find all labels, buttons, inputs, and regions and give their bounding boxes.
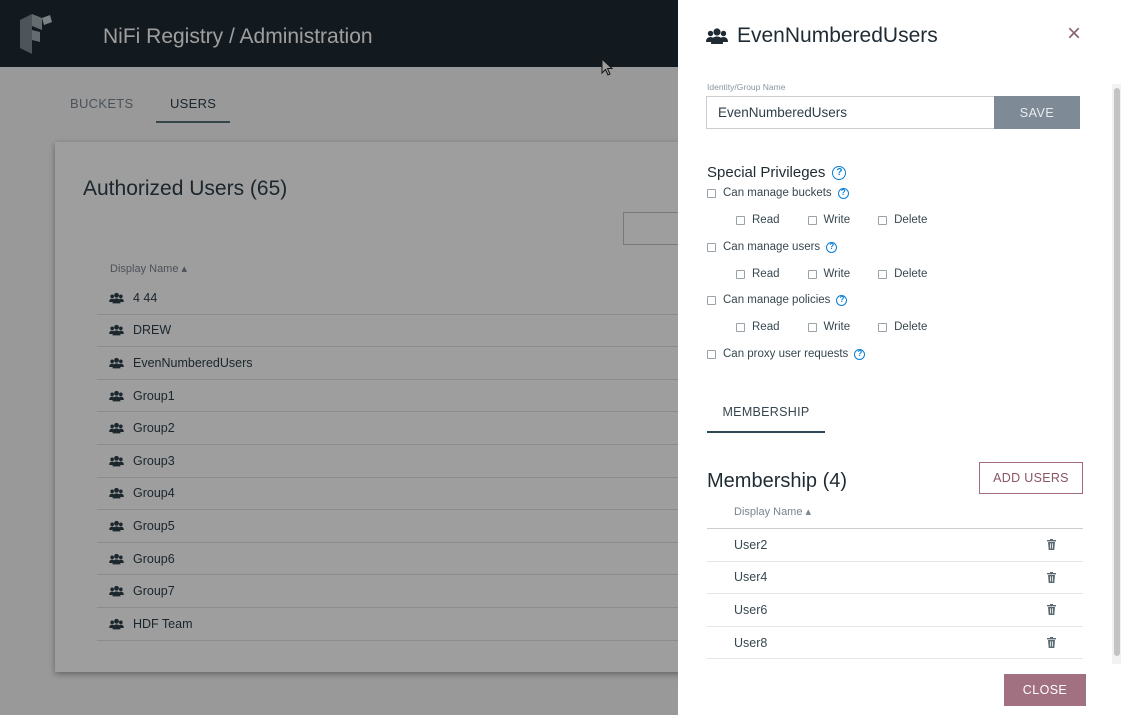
member-name: User8 xyxy=(734,635,768,650)
identity-name-input[interactable] xyxy=(706,96,994,129)
checkbox-users-delete[interactable] xyxy=(878,269,888,279)
trash-icon[interactable] xyxy=(1047,637,1056,649)
help-icon[interactable]: ? xyxy=(832,166,847,181)
tab-membership[interactable]: MEMBERSHIP xyxy=(707,405,825,433)
help-icon[interactable]: ? xyxy=(826,241,838,253)
read-label: Read xyxy=(752,321,780,333)
privilege-label: Can manage policies xyxy=(723,294,831,306)
panel-title: EvenNumberedUsers xyxy=(737,24,938,47)
delete-label: Delete xyxy=(894,214,928,226)
member-name: User2 xyxy=(734,537,768,552)
privilege-manage-policies: Can manage policies ? xyxy=(707,294,848,306)
list-item: User2 xyxy=(707,529,1083,562)
membership-table: User2 User4 User6 User8 xyxy=(707,528,1083,660)
write-label: Write xyxy=(823,214,851,226)
privilege-label: Can proxy user requests xyxy=(723,348,849,360)
membership-column-header[interactable]: Display Name ▴ xyxy=(734,505,811,518)
add-users-button[interactable]: ADD USERS xyxy=(979,462,1083,494)
checkbox-users-read[interactable] xyxy=(736,269,745,279)
trash-icon[interactable] xyxy=(1047,604,1056,616)
column-header-label: Display Name xyxy=(734,506,803,518)
identity-field-label: Identity/Group Name xyxy=(707,82,786,92)
privileges-heading-text: Special Privileges xyxy=(707,164,826,181)
checkbox-policies-read[interactable] xyxy=(736,322,745,332)
list-item: User8 xyxy=(707,627,1083,660)
read-label: Read xyxy=(752,214,780,226)
bucket-permissions: Read Write Delete xyxy=(736,214,955,226)
sort-ascending-icon: ▴ xyxy=(805,506,812,518)
checkbox-proxy-requests[interactable] xyxy=(707,349,716,359)
checkbox-policies-write[interactable] xyxy=(807,322,817,332)
privilege-proxy-requests: Can proxy user requests ? xyxy=(707,348,866,360)
help-icon[interactable]: ? xyxy=(836,294,848,306)
help-icon[interactable]: ? xyxy=(837,187,849,199)
checkbox-buckets-read[interactable] xyxy=(736,215,745,225)
trash-icon[interactable] xyxy=(1047,571,1056,583)
privilege-manage-buckets: Can manage buckets ? xyxy=(707,187,849,199)
list-item: User6 xyxy=(707,594,1083,627)
checkbox-manage-buckets[interactable] xyxy=(707,188,716,198)
checkbox-users-write[interactable] xyxy=(807,269,817,279)
membership-heading: Membership (4) xyxy=(707,470,848,492)
group-icon xyxy=(706,28,728,44)
write-label: Write xyxy=(823,321,851,333)
scrollbar-thumb[interactable] xyxy=(1114,88,1120,656)
delete-label: Delete xyxy=(894,321,928,333)
list-item: User4 xyxy=(707,562,1083,595)
save-button[interactable]: SAVE xyxy=(994,96,1080,129)
special-privileges-heading: Special Privileges? xyxy=(707,164,847,181)
close-button[interactable]: CLOSE xyxy=(1004,674,1086,706)
close-icon[interactable]: × xyxy=(1067,21,1081,47)
privilege-label: Can manage buckets xyxy=(723,187,832,199)
checkbox-buckets-delete[interactable] xyxy=(878,215,888,225)
checkbox-manage-policies[interactable] xyxy=(707,295,716,305)
checkbox-policies-delete[interactable] xyxy=(878,322,888,332)
privilege-manage-users: Can manage users ? xyxy=(707,241,838,253)
member-name: User6 xyxy=(734,602,768,617)
policy-permissions: Read Write Delete xyxy=(736,321,955,333)
member-name: User4 xyxy=(734,570,768,585)
privilege-label: Can manage users xyxy=(723,241,821,253)
user-permissions: Read Write Delete xyxy=(736,268,955,280)
write-label: Write xyxy=(823,268,851,280)
trash-icon[interactable] xyxy=(1047,539,1056,551)
delete-label: Delete xyxy=(894,268,928,280)
checkbox-buckets-write[interactable] xyxy=(807,215,817,225)
read-label: Read xyxy=(752,268,780,280)
checkbox-manage-users[interactable] xyxy=(707,242,716,252)
help-icon[interactable]: ? xyxy=(854,348,866,360)
group-details-panel: EvenNumberedUsers × Identity/Group Name … xyxy=(678,0,1121,715)
